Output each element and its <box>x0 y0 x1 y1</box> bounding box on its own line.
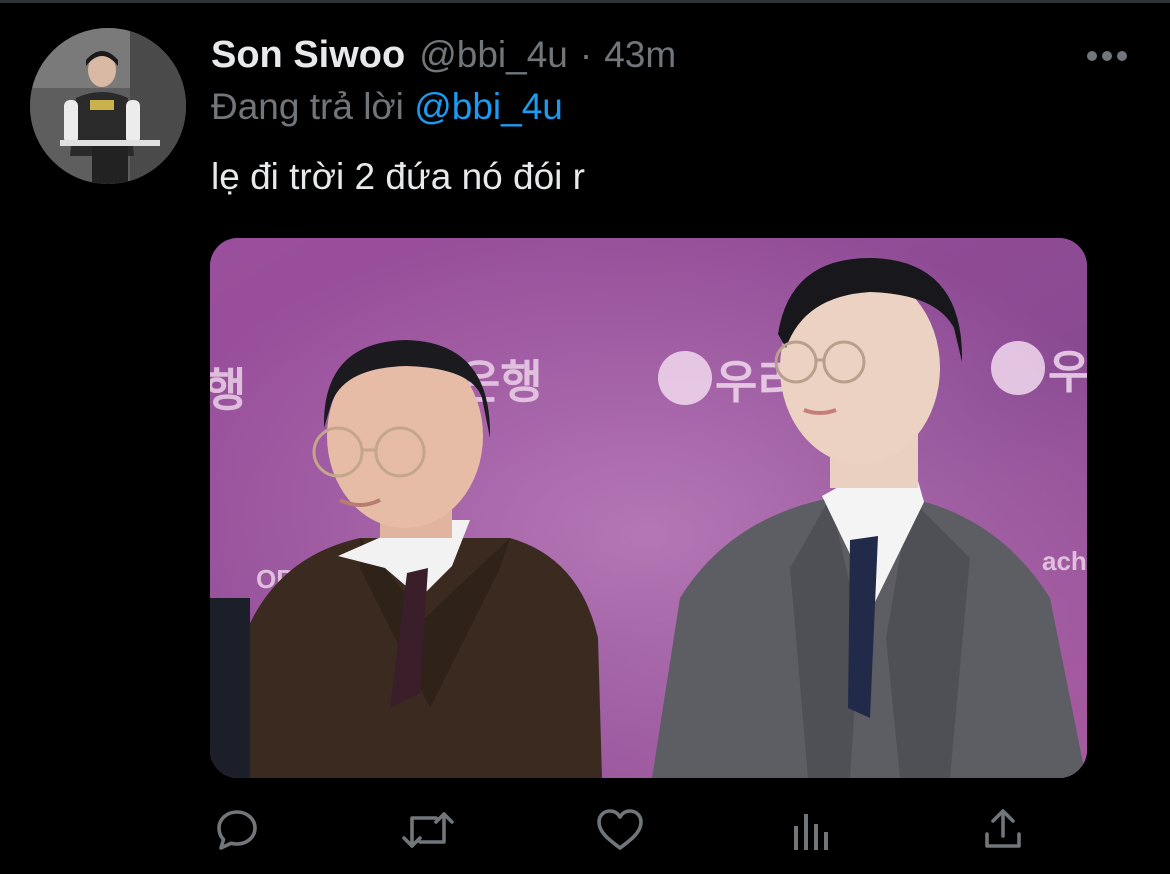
analytics-icon[interactable] <box>782 800 842 860</box>
backdrop-text: 우 <box>1048 345 1087 399</box>
share-icon[interactable] <box>973 800 1033 860</box>
user-handle[interactable]: @bbi_4u <box>419 34 568 76</box>
backdrop-text: 행 <box>210 363 246 417</box>
tweet-text: lẹ đi trời 2 đứa nó đói r <box>211 156 585 197</box>
mention-link[interactable]: @bbi_4u <box>414 86 563 127</box>
photo-content: 행 은행 우리 우 ORG ach <box>210 238 1087 778</box>
tweet-header: Son Siwoo @bbi_4u · 43m <box>211 34 676 80</box>
reply-icon[interactable] <box>207 800 267 860</box>
avatar-image <box>30 28 186 184</box>
separator-dot: · <box>579 34 593 75</box>
like-icon[interactable] <box>590 800 650 860</box>
replying-to: Đang trả lời @bbi_4u <box>211 86 563 128</box>
tweet-photo[interactable]: 행 은행 우리 우 ORG ach <box>210 238 1087 778</box>
timestamp[interactable]: 43m <box>604 34 676 76</box>
backdrop-text: ach <box>1042 546 1087 576</box>
display-name[interactable]: Son Siwoo <box>211 34 405 77</box>
replying-to-label: Đang trả lời <box>211 86 404 127</box>
top-divider <box>0 0 1170 3</box>
retweet-icon[interactable] <box>398 800 458 860</box>
more-options-icon[interactable] <box>1086 44 1128 68</box>
tweet-actions <box>0 800 1170 860</box>
avatar[interactable] <box>30 28 186 184</box>
